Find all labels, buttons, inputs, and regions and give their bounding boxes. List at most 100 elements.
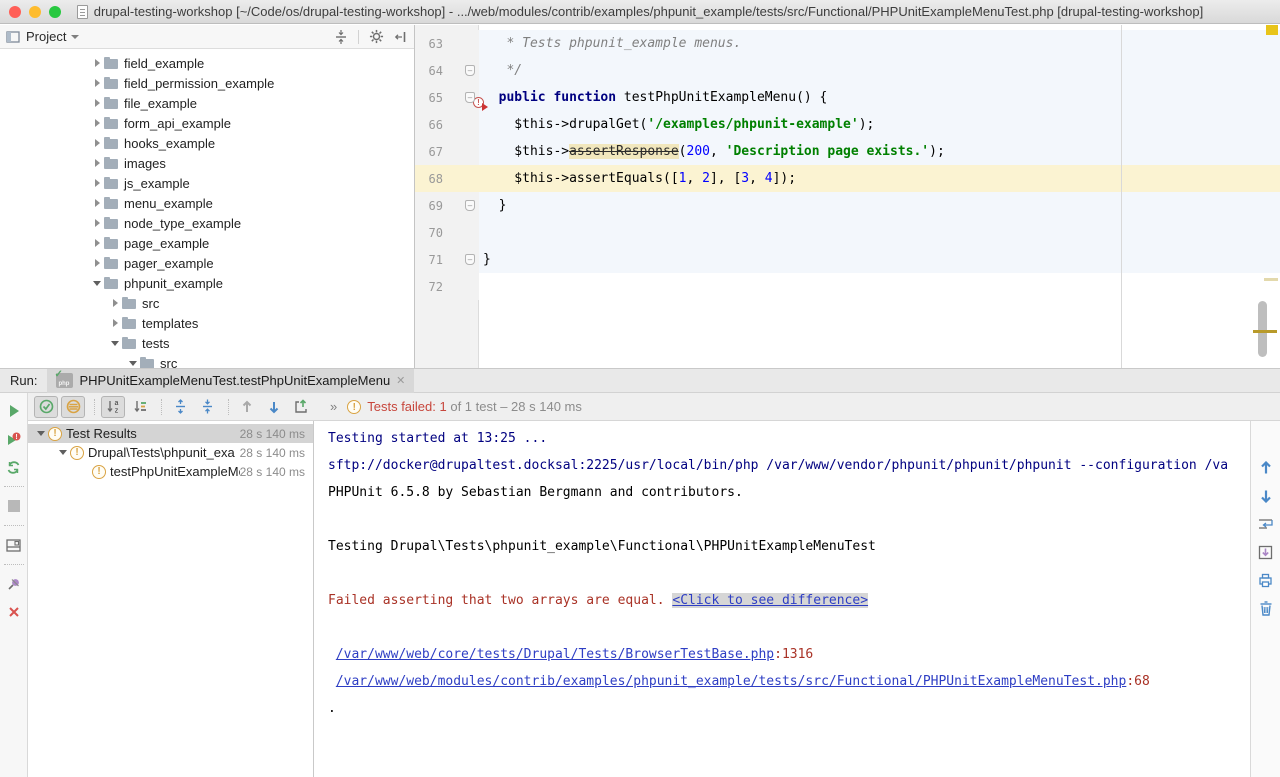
tree-item-node_type_example[interactable]: node_type_example [0, 213, 414, 233]
chevron-right-icon[interactable] [90, 136, 104, 150]
zoom-window-button[interactable] [49, 6, 61, 18]
chevron-right-icon[interactable] [108, 316, 122, 330]
test-results-tree: !Test Results28 s 140 ms!Drupal\Tests\ph… [28, 421, 313, 777]
test-toolbar: az » ! Tests failed: 1 of 1 test – 28 s … [28, 393, 1280, 421]
tree-item-label: images [124, 156, 166, 171]
svg-text:a: a [114, 400, 118, 407]
error-stripe-mark-2[interactable] [1253, 330, 1277, 333]
chevron-right-icon[interactable] [90, 56, 104, 70]
chevron-right-icon[interactable] [90, 96, 104, 110]
console-text: Failed asserting that two arrays are equ… [328, 593, 672, 608]
code-token: } [483, 252, 491, 267]
project-tree: field_examplefield_permission_examplefil… [0, 49, 414, 368]
toggle-auto-test-icon[interactable] [4, 456, 24, 478]
console-line: PHPUnit 6.5.8 by Sebastian Bergmann and … [328, 479, 1250, 506]
console-link[interactable]: /var/www/web/core/tests/Drupal/Tests/Bro… [336, 647, 774, 662]
tree-item-tests[interactable]: tests [0, 333, 414, 353]
folder-icon [104, 197, 118, 209]
editor-scrollbar-thumb[interactable] [1258, 301, 1267, 357]
show-passed-icon[interactable] [34, 396, 58, 418]
import-tests-icon[interactable] [289, 396, 313, 418]
close-icon[interactable] [4, 601, 24, 623]
tree-item-menu_example[interactable]: menu_example [0, 193, 414, 213]
tab-close-icon[interactable]: ✕ [396, 374, 405, 387]
chevron-right-icon[interactable] [90, 116, 104, 130]
pin-icon[interactable] [4, 573, 24, 595]
gear-icon[interactable] [369, 29, 384, 44]
tree-item-field_permission_example[interactable]: field_permission_example [0, 73, 414, 93]
next-failed-test-icon[interactable] [262, 396, 286, 418]
chevron-right-icon[interactable] [90, 196, 104, 210]
fold-marker-icon[interactable]: – [465, 200, 475, 211]
tree-item-templates[interactable]: templates [0, 313, 414, 333]
chevron-right-icon[interactable] [108, 296, 122, 310]
tree-item-js_example[interactable]: js_example [0, 173, 414, 193]
chevron-down-icon[interactable] [108, 336, 122, 350]
fold-marker-icon[interactable]: – [465, 92, 475, 103]
chevron-down-icon[interactable] [56, 446, 70, 460]
rerun-failed-tests-icon[interactable]: ! [4, 428, 24, 450]
toolbar-separator [4, 486, 24, 487]
fold-marker-icon[interactable]: – [465, 254, 475, 265]
tree-item-pager_example[interactable]: pager_example [0, 253, 414, 273]
tree-item-src[interactable]: src [0, 293, 414, 313]
tree-item-label: js_example [124, 176, 190, 191]
chevron-right-icon[interactable] [90, 256, 104, 270]
code-editor[interactable]: 63 * Tests phpunit_example menus.64– */6… [415, 25, 1280, 368]
show-ignored-icon[interactable] [61, 396, 85, 418]
soft-wrap-icon[interactable] [1255, 513, 1277, 535]
test-tree-row[interactable]: !testPhpUnitExampleMenu28 s 140 ms [28, 462, 313, 481]
down-icon[interactable] [1255, 485, 1277, 507]
minimize-window-button[interactable] [29, 6, 41, 18]
run-left-toolbar: ! [0, 393, 28, 777]
project-panel-title[interactable]: Project [26, 29, 66, 44]
scroll-from-source-icon[interactable] [334, 30, 348, 44]
chevron-right-icon[interactable] [90, 156, 104, 170]
window-controls[interactable] [9, 6, 61, 18]
chevron-right-icon[interactable] [90, 236, 104, 250]
tree-item-field_example[interactable]: field_example [0, 53, 414, 73]
tree-item-label: src [142, 296, 159, 311]
chevron-down-icon[interactable] [71, 35, 79, 39]
stop-icon[interactable] [4, 495, 24, 517]
sort-alphabetically-icon[interactable]: az [101, 396, 125, 418]
tree-item-phpunit_example[interactable]: phpunit_example [0, 273, 414, 293]
run-tab[interactable]: ✓php PHPUnitExampleMenuTest.testPhpUnitE… [47, 369, 414, 393]
tree-item-page_example[interactable]: page_example [0, 233, 414, 253]
sort-by-duration-icon[interactable] [128, 396, 152, 418]
inspection-status-indicator[interactable] [1266, 25, 1278, 35]
hide-panel-icon[interactable] [394, 30, 408, 44]
chevron-down-icon[interactable] [126, 356, 140, 368]
previous-failed-test-icon[interactable] [235, 396, 259, 418]
chevron-right-icon[interactable] [90, 76, 104, 90]
more-actions-icon[interactable]: » [330, 399, 337, 414]
tree-item-images[interactable]: images [0, 153, 414, 173]
console-link[interactable]: <Click to see difference> [672, 593, 868, 608]
restore-layout-icon[interactable] [4, 534, 24, 556]
tree-item-file_example[interactable]: file_example [0, 93, 414, 113]
collapse-all-icon[interactable] [195, 396, 219, 418]
expand-all-icon[interactable] [168, 396, 192, 418]
test-console-output[interactable]: Testing started at 13:25 ...sftp://docke… [313, 421, 1250, 777]
chevron-right-icon[interactable] [90, 176, 104, 190]
scroll-to-end-icon[interactable] [1255, 541, 1277, 563]
chevron-right-icon[interactable] [90, 216, 104, 230]
tree-item-src[interactable]: src [0, 353, 414, 368]
fold-marker-icon[interactable]: – [465, 65, 475, 76]
console-link[interactable]: /var/www/web/modules/contrib/examples/ph… [336, 674, 1127, 689]
rerun-icon[interactable] [4, 400, 24, 422]
up-icon[interactable] [1255, 457, 1277, 479]
line-number: 65 [419, 91, 443, 105]
test-tree-row[interactable]: !Drupal\Tests\phpunit_exa28 s 140 ms [28, 443, 313, 462]
tree-item-label: form_api_example [124, 116, 231, 131]
print-icon[interactable] [1255, 569, 1277, 591]
error-stripe-mark[interactable] [1264, 278, 1278, 281]
console-line: /var/www/web/modules/contrib/examples/ph… [328, 668, 1250, 695]
chevron-down-icon[interactable] [34, 427, 48, 441]
test-tree-row[interactable]: !Test Results28 s 140 ms [28, 424, 313, 443]
tree-item-hooks_example[interactable]: hooks_example [0, 133, 414, 153]
chevron-down-icon[interactable] [90, 276, 104, 290]
tree-item-form_api_example[interactable]: form_api_example [0, 113, 414, 133]
close-window-button[interactable] [9, 6, 21, 18]
clear-all-icon[interactable] [1255, 597, 1277, 619]
